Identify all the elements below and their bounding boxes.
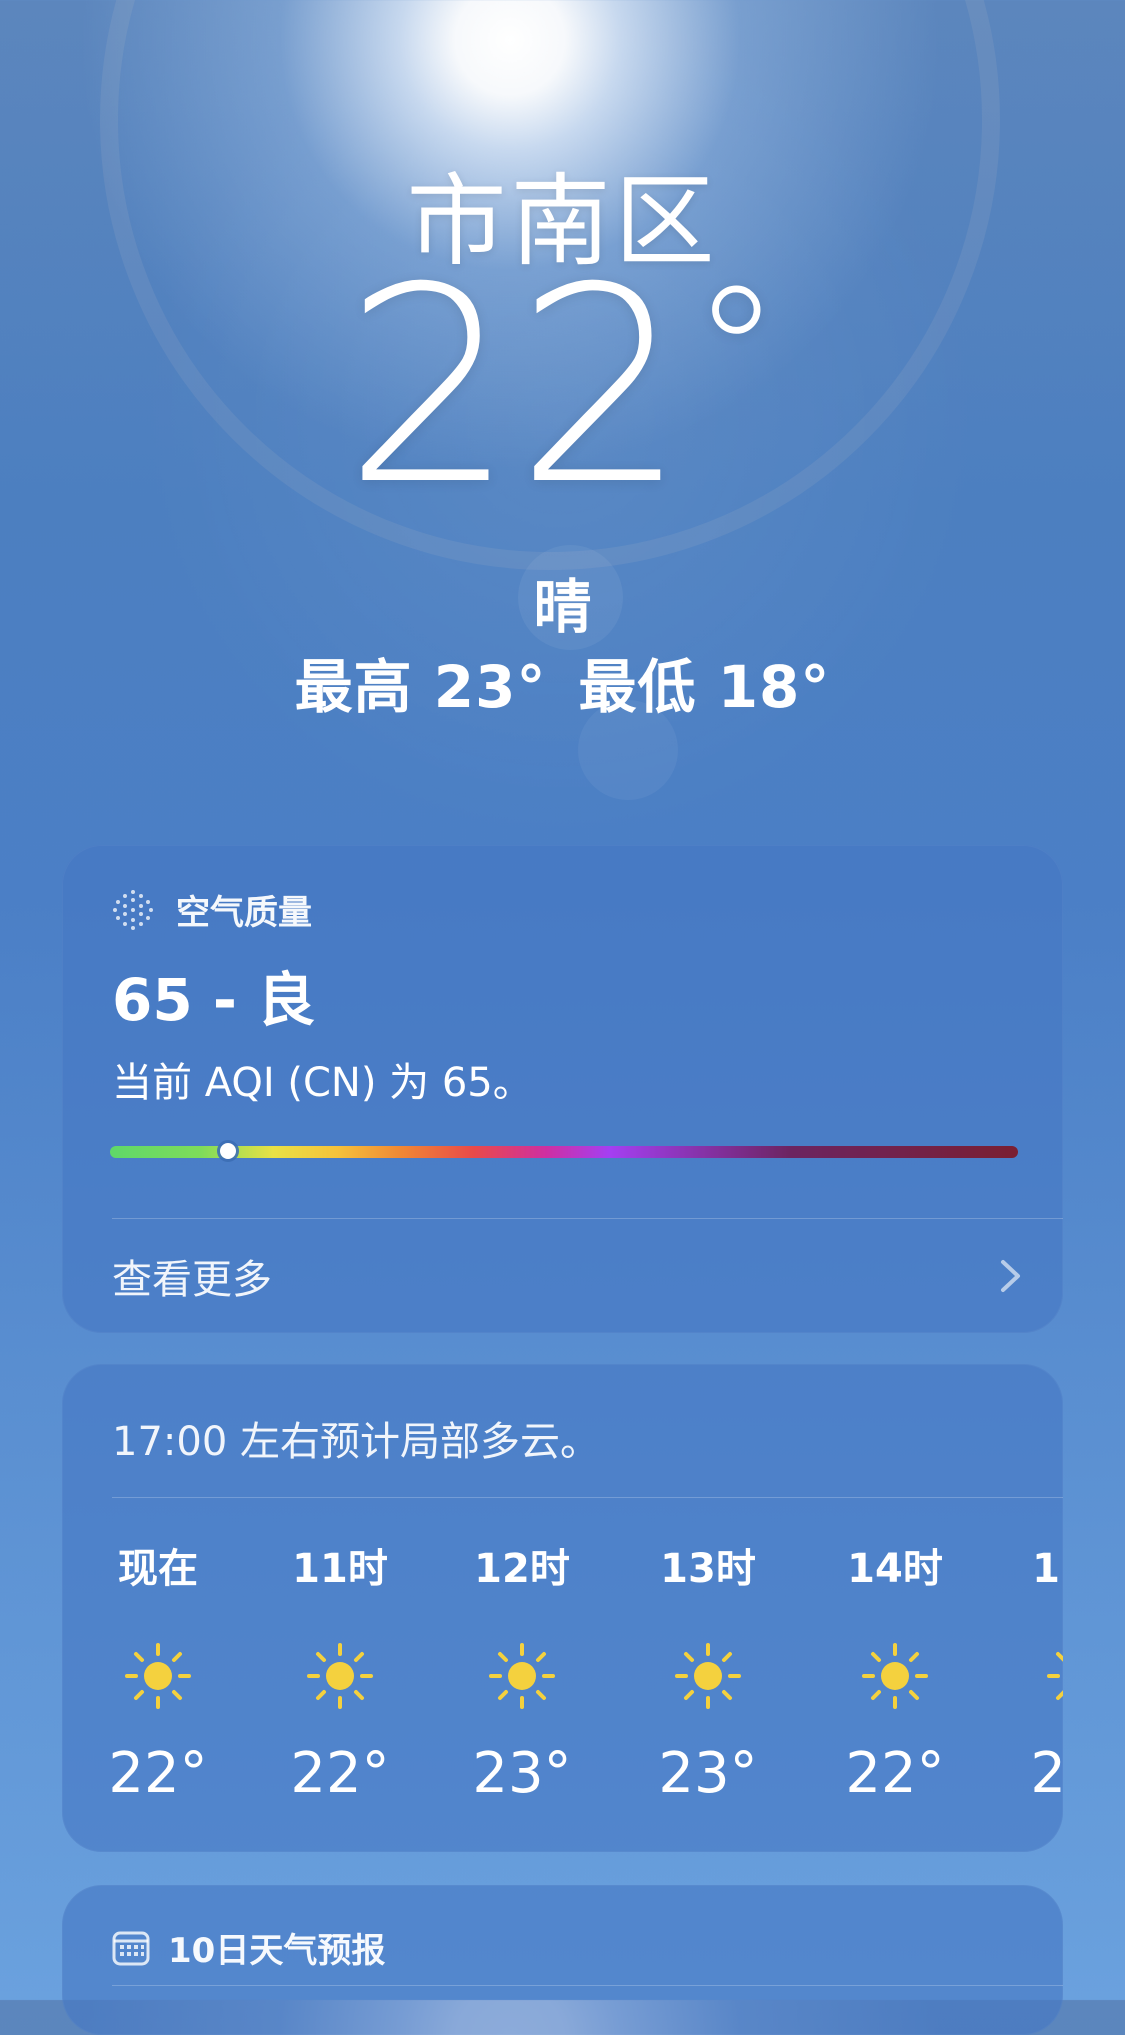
hourly-item[interactable]: 现在 22° [83, 1539, 233, 1806]
hour-temperature: 22° [845, 1741, 945, 1806]
sun-icon [1047, 1652, 1063, 1700]
hourly-item[interactable]: 12时 23° [447, 1539, 597, 1806]
hourly-item[interactable]: 15时 22° [1005, 1539, 1063, 1806]
see-more-label[interactable]: 查看更多 [112, 1247, 272, 1305]
sun-icon [83, 1639, 233, 1713]
high-low-temperature: 最高 23° 最低 18° [0, 640, 1125, 724]
see-more-row[interactable]: 查看更多 [112, 1218, 1023, 1333]
weather-condition: 晴 [533, 573, 592, 641]
sun-icon [489, 1643, 555, 1709]
hour-label: 15时 [1032, 1546, 1063, 1592]
hour-temperature: 22° [290, 1741, 390, 1806]
sun-icon [1005, 1639, 1063, 1713]
sun-icon [265, 1639, 415, 1713]
aqi-description: 当前 AQI (CN) 为 65。 [112, 1060, 533, 1106]
ten-day-forecast-card[interactable]: 10日天气预报 [62, 1885, 1063, 2035]
ten-day-title: 10日天气预报 [168, 1931, 386, 1971]
divider [112, 1497, 1063, 1498]
air-quality-title: 空气质量 [176, 893, 312, 933]
aqi-value: 65 - 良 [112, 966, 316, 1034]
air-quality-dots-icon [113, 889, 153, 930]
hour-temperature: 22° [108, 1741, 208, 1806]
sun-icon [633, 1639, 783, 1713]
forecast-summary: 17:00 左右预计局部多云。 [112, 1419, 600, 1465]
hour-label: 12时 [474, 1546, 570, 1592]
aqi-scale-bar [110, 1143, 1018, 1159]
air-quality-card[interactable]: 空气质量 65 - 良 当前 AQI (CN) 为 65。 查看更多 [62, 845, 1063, 1333]
hour-temperature: 23° [472, 1741, 572, 1806]
aqi-scale-indicator [220, 1143, 237, 1159]
hourly-forecast-card[interactable]: 17:00 左右预计局部多云。 现在 22° 11时 22° 12时 23° 1… [62, 1364, 1063, 1852]
high-temperature: 最高 23° [294, 653, 547, 721]
hour-label: 14时 [847, 1546, 943, 1592]
ten-day-header: 10日天气预报 [112, 1923, 385, 1972]
current-temperature: 22° [0, 252, 1125, 522]
sun-icon [862, 1643, 928, 1709]
degree-symbol: ° [691, 249, 782, 458]
hour-temperature: 22° [1030, 1741, 1063, 1806]
hourly-item[interactable]: 11时 22° [265, 1539, 415, 1806]
air-quality-header: 空气质量 [112, 885, 312, 934]
sun-icon [820, 1639, 970, 1713]
calendar-icon [112, 1931, 150, 1965]
sun-icon [447, 1639, 597, 1713]
hour-temperature: 23° [658, 1741, 758, 1806]
hourly-item[interactable]: 13时 23° [633, 1539, 783, 1806]
hour-label: 13时 [660, 1546, 756, 1592]
sun-icon [675, 1643, 741, 1709]
temperature-value: 22 [343, 229, 688, 544]
chevron-right-icon[interactable] [999, 1259, 1023, 1293]
sun-icon [307, 1643, 373, 1709]
hour-label: 11时 [292, 1546, 388, 1592]
hour-label: 现在 [118, 1546, 198, 1592]
sun-icon [125, 1643, 191, 1709]
hourly-item[interactable]: 14时 22° [820, 1539, 970, 1806]
divider [112, 1985, 1063, 1986]
low-temperature: 最低 18° [578, 653, 831, 721]
